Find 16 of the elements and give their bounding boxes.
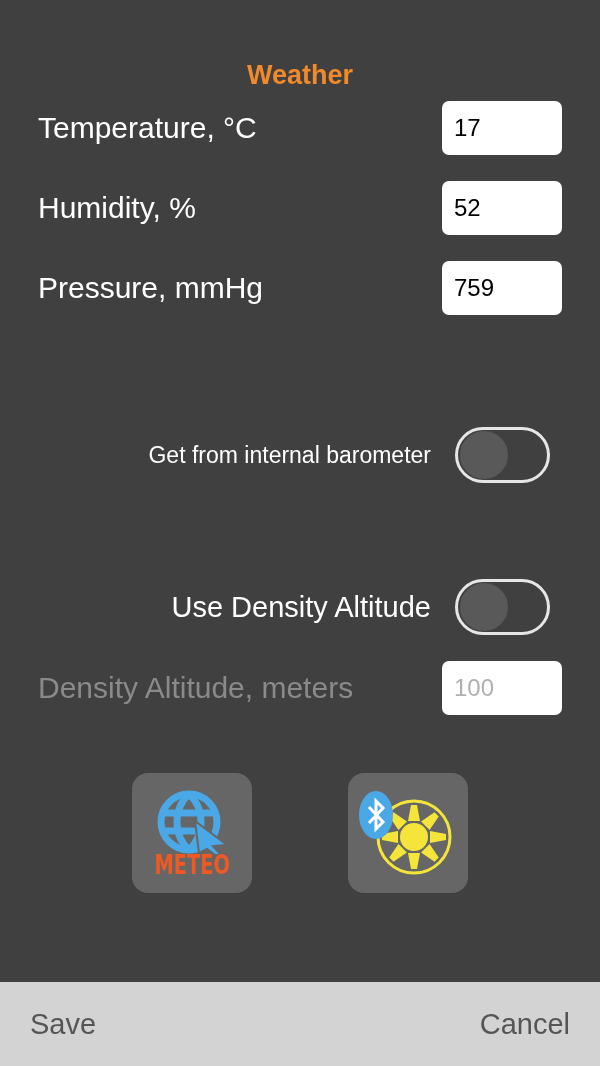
toggle-switch[interactable] — [455, 427, 550, 483]
field-label: Pressure, mmHg — [38, 271, 264, 305]
toggle-label: Get from internal barometer — [148, 441, 431, 469]
field-label: Density Altitude, meters — [38, 671, 354, 705]
save-button[interactable]: Save — [30, 1007, 97, 1041]
input-field[interactable]: 759 — [442, 261, 562, 315]
input-field[interactable]: 17 — [442, 101, 562, 155]
input-field[interactable]: 52 — [442, 181, 562, 235]
bluetooth-sensor-button[interactable] — [348, 773, 468, 893]
field-label: Temperature, °C — [38, 111, 257, 145]
toggle-label: Use Density Altitude — [171, 590, 431, 624]
cancel-button[interactable]: Cancel — [479, 1007, 570, 1041]
field-label: Humidity, % — [38, 191, 196, 225]
section-title: Weather — [245, 60, 354, 91]
meteo-label: METEO — [154, 850, 230, 878]
toggle-switch[interactable] — [455, 579, 550, 635]
